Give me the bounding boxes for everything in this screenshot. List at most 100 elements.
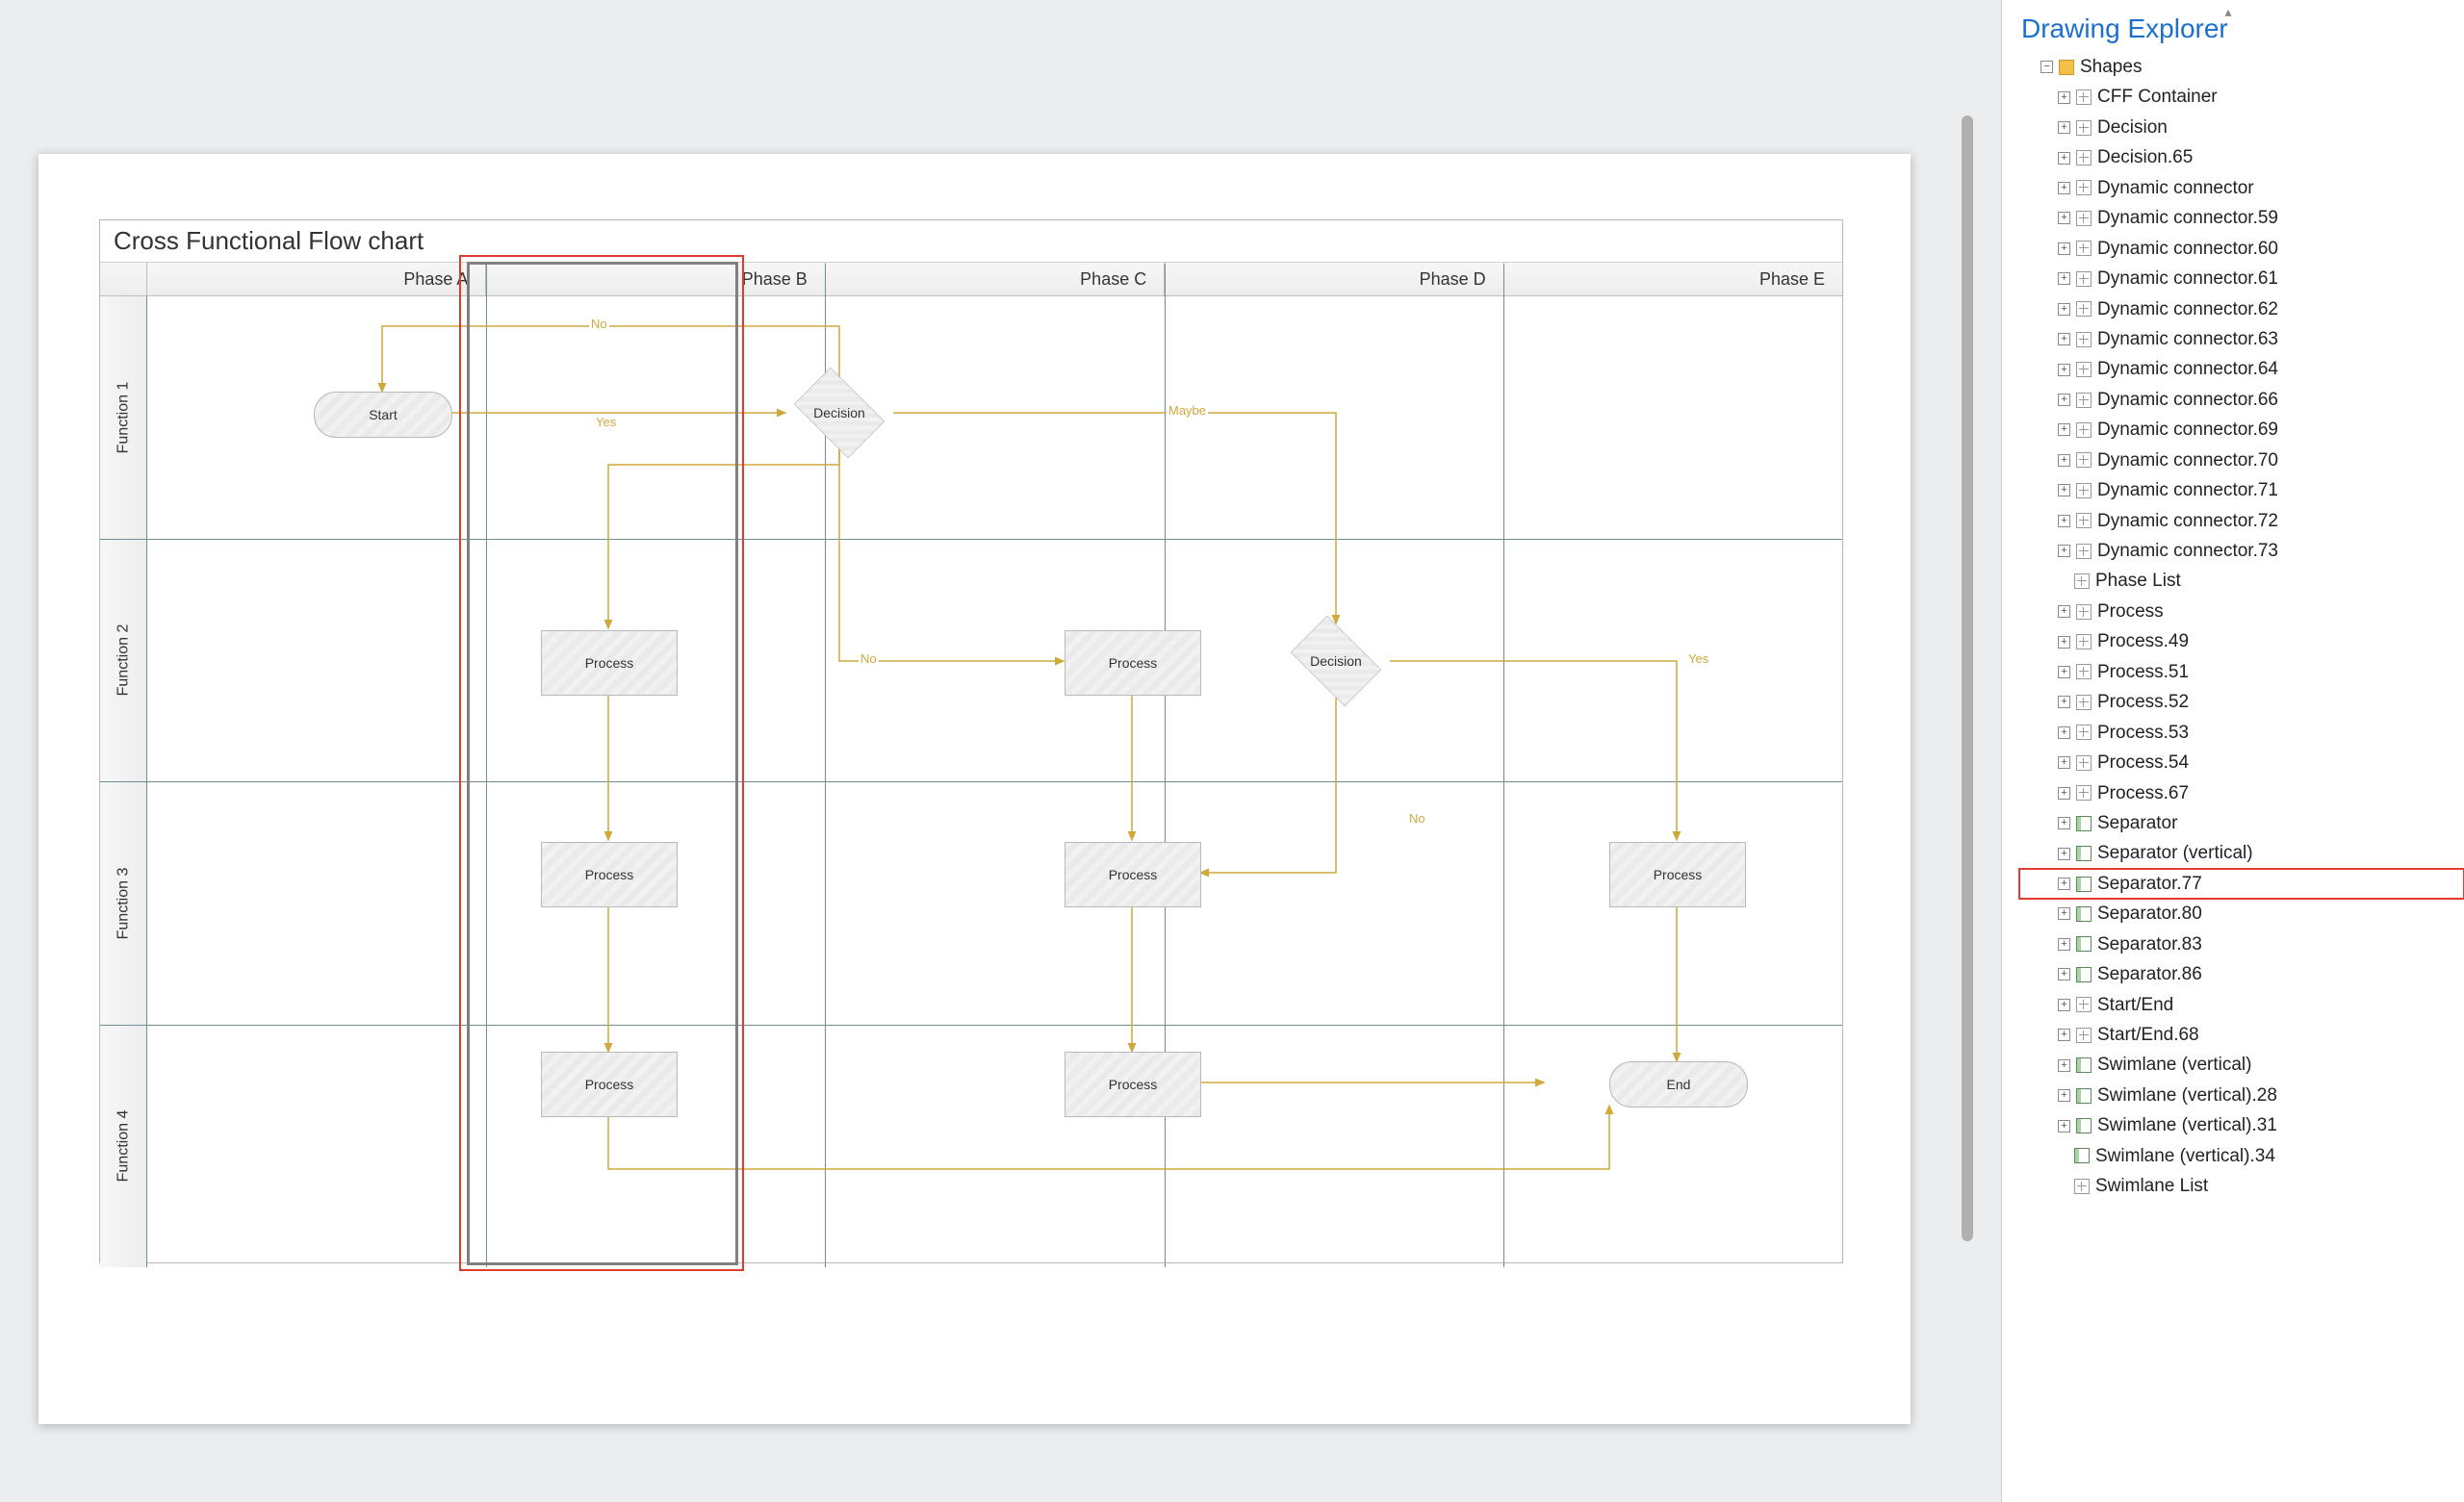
tree-item[interactable]: +CFF Container xyxy=(2019,82,2464,112)
process-shape[interactable]: Process xyxy=(541,842,678,907)
tree-item[interactable]: +Start/End.68 xyxy=(2019,1020,2464,1050)
tree-item[interactable]: +Swimlane (vertical).28 xyxy=(2019,1081,2464,1110)
expand-icon[interactable]: + xyxy=(2058,1120,2070,1133)
expand-icon[interactable]: + xyxy=(2058,454,2070,467)
expand-icon[interactable]: + xyxy=(2058,423,2070,436)
tree-item[interactable]: +Dynamic connector.63 xyxy=(2019,324,2464,354)
phase-header[interactable]: Phase A xyxy=(147,263,486,295)
canvas-scrollbar-thumb[interactable] xyxy=(1962,115,1973,1241)
tree-item[interactable]: +Dynamic connector.71 xyxy=(2019,475,2464,505)
expand-icon[interactable]: + xyxy=(2058,394,2070,406)
tree-item[interactable]: +Dynamic connector.72 xyxy=(2019,506,2464,536)
tree-item[interactable]: Swimlane List xyxy=(2019,1171,2464,1201)
tree-root[interactable]: − Shapes xyxy=(2019,52,2464,82)
tree-item[interactable]: +Dynamic connector.64 xyxy=(2019,354,2464,384)
tree-item[interactable]: +Decision xyxy=(2019,113,2464,142)
tree-item[interactable]: +Separator (vertical) xyxy=(2019,838,2464,868)
tree-item[interactable]: +Dynamic connector.59 xyxy=(2019,203,2464,233)
expand-icon[interactable]: + xyxy=(2058,636,2070,649)
drawing-page[interactable]: Cross Functional Flow chart Phase A Phas… xyxy=(38,154,1911,1424)
expand-icon[interactable]: + xyxy=(2058,726,2070,739)
expand-icon[interactable]: + xyxy=(2058,484,2070,496)
tree-item[interactable]: +Separator.86 xyxy=(2019,959,2464,989)
tree-item[interactable]: +Dynamic connector.70 xyxy=(2019,446,2464,475)
tree-item[interactable]: +Process.49 xyxy=(2019,626,2464,656)
expand-icon[interactable]: + xyxy=(2058,666,2070,678)
tree-item[interactable]: +Dynamic connector.62 xyxy=(2019,294,2464,324)
tree-item[interactable]: +Start/End xyxy=(2019,990,2464,1020)
expand-icon[interactable]: + xyxy=(2058,1059,2070,1072)
drawing-explorer-panel[interactable]: ▴ Drawing Explorer − Shapes +CFF Contain… xyxy=(2001,0,2464,1502)
expand-icon[interactable]: + xyxy=(2058,878,2070,890)
cff-container[interactable]: Cross Functional Flow chart Phase A Phas… xyxy=(99,219,1843,1263)
expand-icon[interactable]: + xyxy=(2058,333,2070,345)
expand-icon[interactable]: + xyxy=(2058,242,2070,255)
tree-item[interactable]: +Dynamic connector.66 xyxy=(2019,385,2464,415)
expand-icon[interactable]: + xyxy=(2058,787,2070,800)
tree-item[interactable]: +Process.52 xyxy=(2019,687,2464,717)
expand-icon[interactable]: + xyxy=(2058,364,2070,376)
panel-collapse-arrow-icon[interactable]: ▴ xyxy=(1992,4,2464,19)
process-shape[interactable]: Process xyxy=(1065,1052,1201,1117)
expand-icon[interactable]: + xyxy=(2058,91,2070,104)
process-shape[interactable]: Process xyxy=(541,630,678,696)
expand-icon[interactable]: + xyxy=(2058,545,2070,557)
phase-header[interactable]: Phase E xyxy=(1504,263,1842,295)
tree-item[interactable]: +Process.54 xyxy=(2019,748,2464,777)
collapse-icon[interactable]: − xyxy=(2040,61,2053,73)
function-header[interactable]: Function 2 xyxy=(100,540,147,782)
expand-icon[interactable]: + xyxy=(2058,1089,2070,1102)
tree-item[interactable]: +Dynamic connector.61 xyxy=(2019,264,2464,293)
decision-shape[interactable]: Decision xyxy=(785,376,893,449)
function-header[interactable]: Function 3 xyxy=(100,782,147,1025)
expand-icon[interactable]: + xyxy=(2058,121,2070,134)
expand-icon[interactable]: + xyxy=(2058,605,2070,618)
tree-item[interactable]: +Dynamic connector xyxy=(2019,173,2464,203)
tree-item[interactable]: +Decision.65 xyxy=(2019,142,2464,172)
expand-icon[interactable]: + xyxy=(2058,999,2070,1011)
tree-item[interactable]: Swimlane (vertical).34 xyxy=(2019,1141,2464,1171)
expand-icon[interactable]: + xyxy=(2058,152,2070,165)
expand-icon[interactable]: + xyxy=(2058,272,2070,285)
shape-tree[interactable]: − Shapes +CFF Container+Decision+Decisio… xyxy=(2002,50,2464,1221)
tree-item[interactable]: +Process.51 xyxy=(2019,657,2464,687)
tree-item[interactable]: +Dynamic connector.73 xyxy=(2019,536,2464,566)
tree-item[interactable]: Phase List xyxy=(2019,566,2464,596)
function-header[interactable]: Function 4 xyxy=(100,1026,147,1268)
tree-item[interactable]: +Dynamic connector.69 xyxy=(2019,415,2464,445)
process-shape[interactable]: Process xyxy=(1065,842,1201,907)
shape-icon xyxy=(2074,1179,2090,1194)
tree-item[interactable]: +Swimlane (vertical) xyxy=(2019,1050,2464,1080)
tree-item[interactable]: +Separator xyxy=(2019,808,2464,838)
expand-icon[interactable]: + xyxy=(2058,696,2070,708)
expand-icon[interactable]: + xyxy=(2058,212,2070,224)
tree-item[interactable]: +Separator.77 xyxy=(2019,869,2464,899)
decision-shape[interactable]: Decision xyxy=(1282,624,1390,698)
function-header[interactable]: Function 1 xyxy=(100,296,147,539)
tree-item[interactable]: +Process xyxy=(2019,597,2464,626)
expand-icon[interactable]: + xyxy=(2058,1029,2070,1041)
start-terminator[interactable]: Start xyxy=(314,392,452,438)
tree-item[interactable]: +Process.67 xyxy=(2019,778,2464,808)
expand-icon[interactable]: + xyxy=(2058,907,2070,920)
expand-icon[interactable]: + xyxy=(2058,515,2070,527)
phase-header[interactable]: Phase D xyxy=(1165,263,1503,295)
expand-icon[interactable]: + xyxy=(2058,817,2070,829)
expand-icon[interactable]: + xyxy=(2058,968,2070,980)
expand-icon[interactable]: + xyxy=(2058,938,2070,951)
expand-icon[interactable]: + xyxy=(2058,303,2070,316)
tree-item[interactable]: +Dynamic connector.60 xyxy=(2019,234,2464,264)
expand-icon[interactable]: + xyxy=(2058,756,2070,769)
tree-item[interactable]: +Separator.80 xyxy=(2019,899,2464,929)
tree-item[interactable]: +Separator.83 xyxy=(2019,929,2464,959)
expand-icon[interactable]: + xyxy=(2058,182,2070,194)
process-shape[interactable]: Process xyxy=(1065,630,1201,696)
tree-item[interactable]: +Process.53 xyxy=(2019,718,2464,748)
expand-icon[interactable]: + xyxy=(2058,848,2070,860)
end-terminator[interactable]: End xyxy=(1609,1061,1748,1107)
phase-header[interactable]: Phase C xyxy=(826,263,1165,295)
process-shape[interactable]: Process xyxy=(1609,842,1746,907)
process-shape[interactable]: Process xyxy=(541,1052,678,1117)
tree-item[interactable]: +Swimlane (vertical).31 xyxy=(2019,1110,2464,1140)
phase-header[interactable]: Phase B xyxy=(486,263,825,295)
